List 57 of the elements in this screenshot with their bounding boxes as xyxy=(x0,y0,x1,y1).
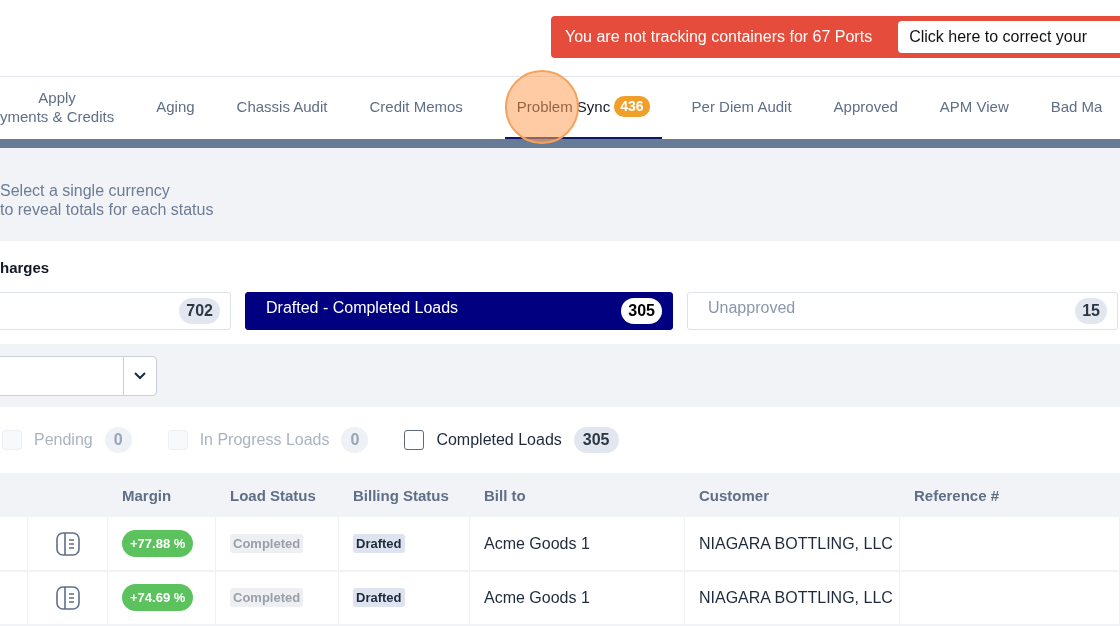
column-header: Load Status xyxy=(229,486,317,504)
status-count: 305 xyxy=(621,298,662,324)
status-card[interactable]: Drafted - Completed Loads 305 xyxy=(245,292,673,330)
status-label: Unapproved xyxy=(708,299,796,317)
tab[interactable]: Bad Ma xyxy=(1050,77,1115,139)
correct-link-button[interactable]: Click here to correct your xyxy=(898,21,1120,53)
tab[interactable]: Apply yments & Credits xyxy=(0,77,127,139)
filter-count: 0 xyxy=(341,427,369,453)
status-card[interactable]: Unapproved 15 xyxy=(687,292,1118,330)
currency-hint: Select a single currency to reveal totals for each status xyxy=(0,181,214,220)
filter-label: Completed Loads xyxy=(436,431,562,449)
load-status-badge: Completed xyxy=(230,588,304,608)
tab-label: Chassis Audit xyxy=(236,97,328,117)
tab-label: Credit Memos xyxy=(369,97,463,117)
tab[interactable]: Approved xyxy=(833,77,910,139)
tab[interactable]: APM View xyxy=(939,77,1021,139)
status-card[interactable]: 702 xyxy=(0,292,231,330)
alert-message: You are not tracking containers for 67 Ports xyxy=(565,28,873,46)
customer-cell: NIAGARA BOTTLING, LLC xyxy=(699,534,893,553)
checkbox[interactable] xyxy=(404,430,425,450)
margin-badge: +74.69 % xyxy=(122,584,194,612)
tab-label: Approved xyxy=(833,97,898,117)
section-title: harges xyxy=(0,259,51,276)
column-header: Reference # xyxy=(913,486,1001,504)
tab-label: Per Diem Audit xyxy=(691,97,792,117)
tab-label: Problem Sync xyxy=(516,97,611,117)
margin-badge: +77.88 % xyxy=(122,530,194,558)
tab[interactable]: Aging xyxy=(156,77,207,139)
tab[interactable]: Per Diem Audit xyxy=(691,77,804,139)
chevron-down-icon xyxy=(134,371,146,380)
load-status-badge: Completed xyxy=(230,534,304,554)
filter-label: In Progress Loads xyxy=(199,431,330,449)
panel-icon[interactable] xyxy=(55,585,80,610)
filter-count: 305 xyxy=(573,427,619,453)
column-header: Margin xyxy=(121,486,173,504)
panel-icon[interactable] xyxy=(55,531,80,556)
billing-status-badge: Drafted xyxy=(353,534,405,554)
column-header: Customer xyxy=(698,486,770,504)
billing-status-badge: Drafted xyxy=(353,588,405,608)
bill-to-cell: Acme Goods 1 xyxy=(484,534,590,553)
filter-label: Pending xyxy=(34,431,93,449)
tab-label: Aging xyxy=(156,97,195,117)
tab-label: APM View xyxy=(939,97,1009,117)
column-header: Bill to xyxy=(483,486,527,504)
status-count: 15 xyxy=(1075,298,1107,324)
dropdown-field[interactable] xyxy=(0,355,157,396)
tab-label: Apply yments & Credits xyxy=(0,88,115,126)
count-badge: 436 xyxy=(614,96,650,118)
filter-count: 0 xyxy=(104,427,132,453)
column-header: Billing Status xyxy=(352,486,450,504)
tab[interactable]: Credit Memos xyxy=(369,77,475,139)
customer-cell: NIAGARA BOTTLING, LLC xyxy=(699,588,893,607)
tab-label: Bad Ma xyxy=(1050,97,1103,117)
status-count: 702 xyxy=(179,298,220,324)
status-label: Drafted - Completed Loads xyxy=(266,299,459,317)
bill-to-cell: Acme Goods 1 xyxy=(484,588,590,607)
tab[interactable]: Chassis Audit xyxy=(236,77,340,139)
